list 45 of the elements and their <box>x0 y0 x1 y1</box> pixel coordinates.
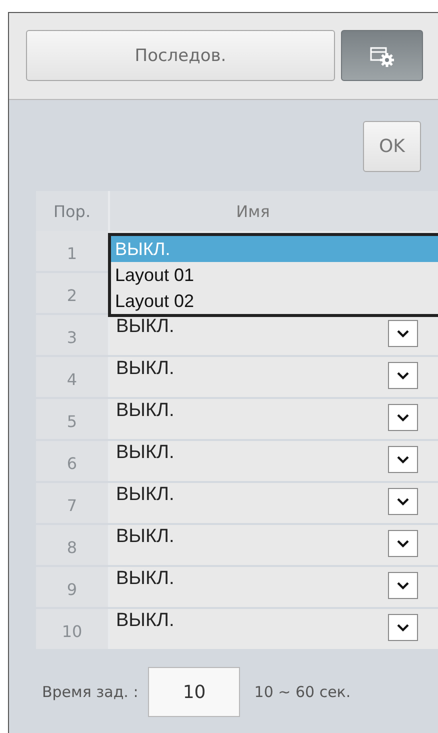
chevron-down-icon <box>396 623 410 632</box>
row-number: 2 <box>36 273 108 313</box>
dropdown-option[interactable]: Layout 02 <box>111 288 438 314</box>
layout-value: ВЫКЛ. <box>116 441 174 464</box>
row-number: 7 <box>36 483 108 523</box>
column-header: Имя <box>108 191 438 231</box>
dwell-time-field[interactable]: 10 <box>148 667 240 717</box>
row-number: 6 <box>36 441 108 481</box>
sequence-button[interactable]: Последов. <box>26 30 335 81</box>
row-number: 1 <box>36 231 108 271</box>
layout-value: ВЫКЛ. <box>116 483 174 506</box>
layout-value: ВЫКЛ. <box>116 525 174 548</box>
dropdown-option[interactable]: Layout 01 <box>111 262 438 288</box>
layout-value: ВЫКЛ. <box>116 567 174 590</box>
chevron-down-icon <box>396 371 410 380</box>
layout-value: ВЫКЛ. <box>116 609 174 632</box>
chevron-down-icon <box>396 329 410 338</box>
row-number: 9 <box>36 567 108 607</box>
dropdown-arrow-button[interactable] <box>388 488 418 515</box>
settings-button[interactable] <box>341 30 423 81</box>
row-number: 3 <box>36 315 108 355</box>
row-number: 10 <box>36 609 108 649</box>
row-number: 4 <box>36 357 108 397</box>
dropdown-arrow-button[interactable] <box>388 446 418 473</box>
layout-value: ВЫКЛ. <box>116 315 174 338</box>
chevron-down-icon <box>396 539 410 548</box>
layout-value: ВЫКЛ. <box>116 399 174 422</box>
chevron-down-icon <box>396 455 410 464</box>
chevron-down-icon <box>396 497 410 506</box>
chevron-down-icon <box>396 581 410 590</box>
dropdown-arrow-button[interactable] <box>388 530 418 557</box>
layout-value: ВЫКЛ. <box>116 357 174 380</box>
column-header: Пор. <box>36 191 108 231</box>
chevron-down-icon <box>396 413 410 422</box>
window-gear-icon <box>369 44 395 66</box>
dropdown-arrow-button[interactable] <box>388 614 418 641</box>
dropdown-arrow-button[interactable] <box>388 320 418 347</box>
dwell-time-label: Время зад. : <box>42 683 138 701</box>
ok-button[interactable]: OK <box>363 121 421 172</box>
dropdown-arrow-button[interactable] <box>388 362 418 389</box>
row-number: 8 <box>36 525 108 565</box>
dropdown-arrow-button[interactable] <box>388 572 418 599</box>
row-number: 5 <box>36 399 108 439</box>
dropdown-arrow-button[interactable] <box>388 404 418 431</box>
range-hint: 10 ~ 60 сек. <box>254 683 351 701</box>
